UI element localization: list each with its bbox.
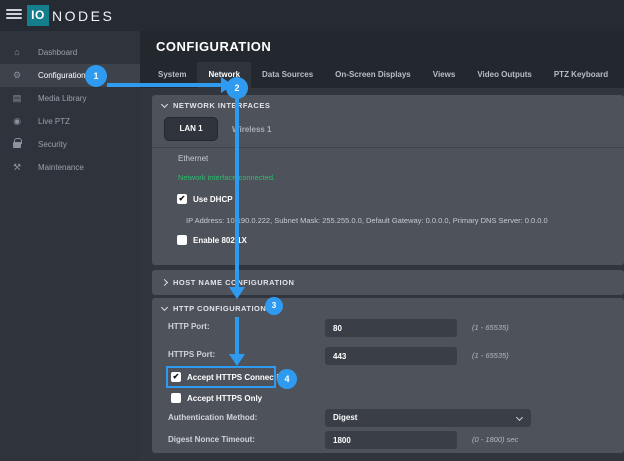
https-port-label: HTTPS Port: [168,350,215,359]
tab-network[interactable]: Network [197,62,251,88]
authentication-method-label: Authentication Method: [168,413,257,422]
tab-on-screen-displays[interactable]: On-Screen Displays [324,62,422,88]
ip-summary-text: IP Address: 10.190.0.222, Subnet Mask: 2… [186,216,548,225]
sidebar-item-label: Maintenance [38,156,84,179]
chevron-down-icon [161,304,168,311]
authentication-method-select[interactable]: Digest [325,409,531,427]
tab-integration[interactable]: Integration [619,62,624,88]
network-interfaces-panel: NETWORK INTERFACES LAN 1 Wireless 1 Ethe… [152,95,624,265]
http-configuration-panel: HTTP CONFIGURATION HTTP Port: (1 - 65535… [152,298,624,453]
main-content: CONFIGURATION System Network Data Source… [140,31,624,461]
sidebar-item-maintenance[interactable]: ⚒ Maintenance [0,156,140,179]
wrench-icon: ⚒ [10,156,24,179]
camera-icon: ◉ [10,110,24,133]
https-port-hint: (1 - 65535) [472,351,509,360]
checkbox-use-dhcp[interactable]: ✔ [177,194,187,204]
tab-data-sources[interactable]: Data Sources [251,62,324,88]
sidebar-item-security[interactable]: Security [0,133,140,156]
tab-lan1[interactable]: LAN 1 [164,117,218,141]
config-tab-bar: System Network Data Sources On-Screen Di… [140,62,624,88]
checkmark-icon: ✔ [177,194,187,204]
sidebar-item-label: Configuration [38,64,86,87]
chevron-down-icon [516,414,523,421]
digest-nonce-timeout-input[interactable] [325,431,457,449]
gear-icon: ⚙ [10,64,24,87]
chevron-down-icon [161,101,168,108]
home-icon: ⌂ [10,41,24,64]
http-port-label: HTTP Port: [168,322,210,331]
menu-icon[interactable] [6,9,22,22]
checkbox-accept-https-only[interactable] [171,393,181,403]
divider [152,147,624,148]
sidebar-item-label: Live PTZ [38,110,70,133]
section-header-network-interfaces[interactable]: NETWORK INTERFACES [162,101,270,110]
tab-video-outputs[interactable]: Video Outputs [466,62,543,88]
sidebar-item-configuration[interactable]: ⚙ Configuration [0,64,140,87]
app-logo: IO NODES [27,5,114,26]
logo-io-mark: IO [27,5,49,26]
section-header-host-name[interactable]: HOST NAME CONFIGURATION [162,278,294,287]
sidebar-item-label: Dashboard [38,41,77,64]
enable-8021x-label: Enable 802.1X [193,236,247,245]
sidebar-item-dashboard[interactable]: ⌂ Dashboard [0,41,140,64]
accept-https-connections-label: Accept HTTPS Connections [187,373,293,382]
checkbox-enable-8021x[interactable] [177,235,187,245]
section-title: HOST NAME CONFIGURATION [173,278,294,287]
digest-nonce-timeout-hint: (0 - 1800) sec [472,435,518,444]
lock-icon [13,142,21,148]
page-header: CONFIGURATION [140,31,624,62]
interface-type-label: Ethernet [178,154,208,163]
sidebar-item-label: Security [38,133,67,156]
accept-https-only-label: Accept HTTPS Only [187,394,262,403]
logo-nodes-text: NODES [52,8,114,24]
section-title: NETWORK INTERFACES [173,101,270,110]
digest-nonce-timeout-label: Digest Nonce Timeout: [168,435,255,444]
https-port-input[interactable] [325,347,457,365]
folder-icon: ▤ [10,87,24,110]
use-dhcp-label: Use DHCP [193,195,233,204]
tab-views[interactable]: Views [422,62,467,88]
sidebar-item-live-ptz[interactable]: ◉ Live PTZ [0,110,140,133]
sidebar-item-label: Media Library [38,87,86,110]
sidebar-item-media-library[interactable]: ▤ Media Library [0,87,140,110]
tab-wireless1[interactable]: Wireless 1 [232,125,272,134]
section-title: HTTP CONFIGURATION [173,304,266,313]
checkmark-icon: ✔ [171,372,181,382]
checkbox-accept-https-connections[interactable]: ✔ [171,372,181,382]
app-window: IO NODES ⌂ Dashboard ⚙ Configuration ▤ M… [0,0,624,461]
page-title: CONFIGURATION [156,39,271,54]
config-body: NETWORK INTERFACES LAN 1 Wireless 1 Ethe… [140,88,624,461]
tab-ptz-keyboard[interactable]: PTZ Keyboard [543,62,619,88]
top-bar: IO NODES [0,0,624,31]
host-name-configuration-panel: HOST NAME CONFIGURATION [152,270,624,295]
selected-option: Digest [333,413,357,422]
sidebar: ⌂ Dashboard ⚙ Configuration ▤ Media Libr… [0,31,140,461]
http-port-input[interactable] [325,319,457,337]
connection-status-text: Network interface connected. [178,173,275,182]
tab-system[interactable]: System [147,62,197,88]
http-port-hint: (1 - 65535) [472,323,509,332]
chevron-right-icon [161,279,168,286]
section-header-http-configuration[interactable]: HTTP CONFIGURATION [162,304,266,313]
